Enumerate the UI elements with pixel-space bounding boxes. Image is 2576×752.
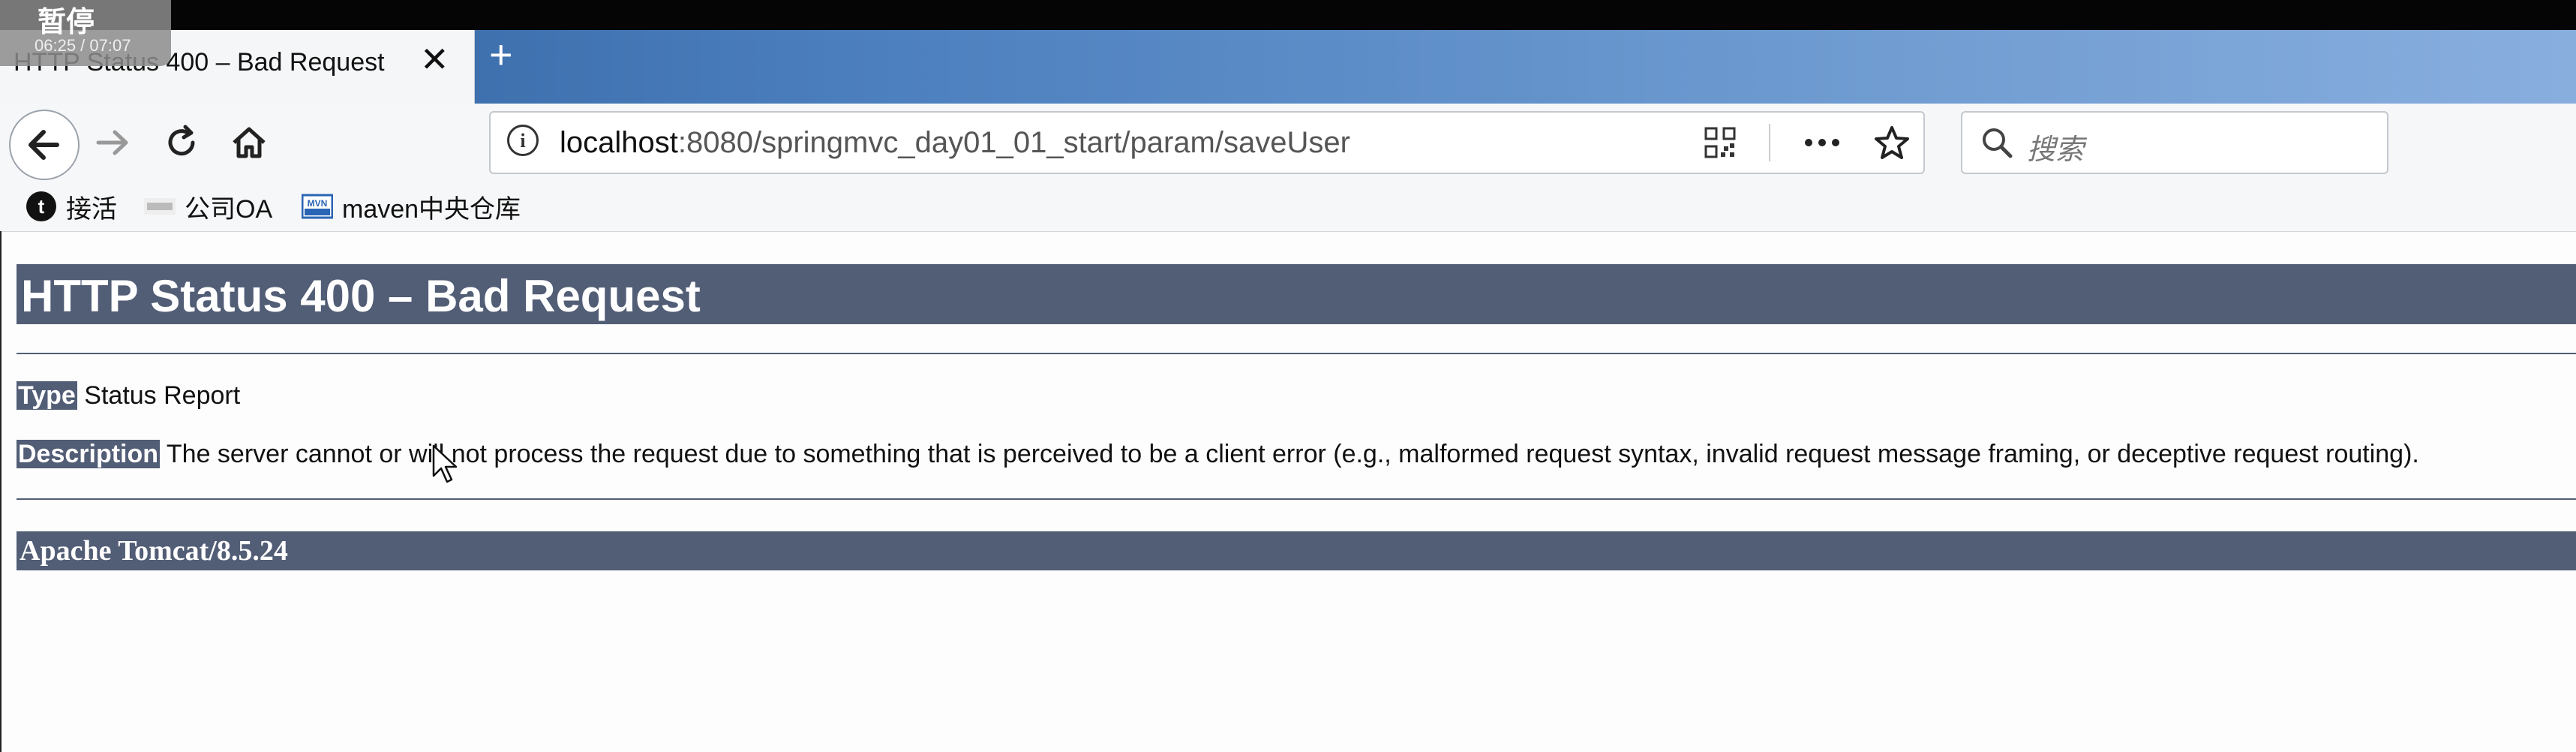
back-button[interactable] <box>9 110 80 180</box>
forward-arrow-icon <box>96 130 128 155</box>
pause-label: 暂停 <box>38 7 95 38</box>
url-divider <box>1769 124 1770 161</box>
new-tab-icon[interactable]: + <box>489 35 513 75</box>
window-edge <box>0 231 2 752</box>
server-version: Apache Tomcat/8.5.24 <box>20 535 288 567</box>
url-bar[interactable]: i localhost:8080/springmvc_day01_01_star… <box>489 111 1925 174</box>
video-pause-overlay[interactable]: 暂停 06:25 / 07:07 <box>0 0 171 66</box>
bookmark-item[interactable]: 公司OA <box>144 189 272 224</box>
type-row: Type Status Report <box>17 381 240 411</box>
mouse-cursor-icon <box>432 444 458 483</box>
description-label: Description <box>17 440 161 468</box>
back-arrow-icon <box>29 130 59 160</box>
bookmark-favicon-icon: MVN <box>302 194 333 219</box>
svg-text:MVN: MVN <box>308 198 328 209</box>
home-icon <box>233 127 266 158</box>
bookmark-label: maven中央仓库 <box>342 194 521 224</box>
qr-code-icon[interactable] <box>1704 127 1736 158</box>
reload-button[interactable] <box>158 104 206 182</box>
description-value: The server cannot or will not process th… <box>166 440 2419 468</box>
bookmark-label: 公司OA <box>185 194 273 224</box>
navigation-bar: i localhost:8080/springmvc_day01_01_star… <box>0 104 2576 182</box>
page-heading-bar: HTTP Status 400 – Bad Request <box>17 264 2576 324</box>
search-input[interactable]: 搜索 <box>1961 111 2388 174</box>
home-button[interactable] <box>225 104 273 182</box>
search-placeholder: 搜索 <box>2027 134 2085 166</box>
type-value: Status Report <box>84 381 241 410</box>
forward-button[interactable] <box>89 104 137 182</box>
bookmark-label: 接活 <box>66 194 117 224</box>
type-label: Type <box>17 381 77 410</box>
search-icon <box>1983 128 2013 158</box>
page-title: HTTP Status 400 – Bad Request <box>21 271 701 321</box>
bookmark-item[interactable]: MVN maven中央仓库 <box>302 189 521 224</box>
bookmark-favicon-icon <box>144 198 176 215</box>
bookmark-star-icon[interactable] <box>1874 125 1910 161</box>
svg-text:t: t <box>38 195 45 218</box>
playback-time: 06:25 / 07:07 <box>35 36 131 55</box>
url-text[interactable]: localhost:8080/springmvc_day01_01_start/… <box>560 126 1350 160</box>
divider <box>17 498 2576 500</box>
bookmarks-toolbar: t 接活 公司OA MVN maven中央仓库 <box>0 182 2576 232</box>
reload-icon <box>168 125 195 156</box>
divider <box>17 353 2576 354</box>
video-top-strip <box>0 0 2576 30</box>
bookmark-favicon-icon: t <box>26 191 56 221</box>
close-icon[interactable]: ✕ <box>420 42 449 77</box>
server-footer-bar: Apache Tomcat/8.5.24 <box>17 531 2576 570</box>
bookmark-item[interactable]: t 接活 <box>26 189 117 224</box>
info-icon[interactable]: i <box>507 125 539 156</box>
more-actions-icon[interactable] <box>1803 137 1841 148</box>
description-row: Description The server cannot or will no… <box>17 440 2419 469</box>
